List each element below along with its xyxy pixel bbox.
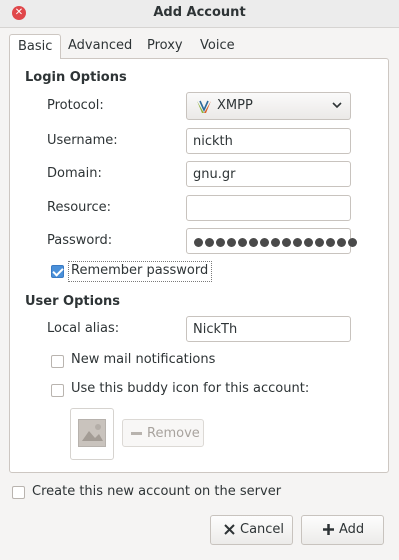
create-account-label[interactable]: Create this new account on the server (32, 484, 281, 499)
password-dot (337, 238, 346, 247)
cancel-icon (224, 524, 235, 535)
buddy-icon-label[interactable]: Use this buddy icon for this account: (71, 381, 309, 396)
password-dot (304, 238, 313, 247)
password-label: Password: (47, 233, 113, 248)
remember-password-label[interactable]: Remember password (71, 263, 208, 278)
username-label: Username: (47, 133, 118, 148)
password-dot (205, 238, 214, 247)
password-dot (271, 238, 280, 247)
add-icon (323, 524, 334, 535)
protocol-label: Protocol: (47, 98, 104, 113)
create-account-checkbox[interactable] (12, 486, 25, 499)
password-field[interactable] (186, 228, 357, 254)
password-dot (249, 238, 258, 247)
remove-icon (131, 432, 142, 435)
password-dot (194, 238, 203, 247)
password-dot (293, 238, 302, 247)
login-options-heading: Login Options (25, 70, 127, 85)
password-mask (194, 235, 357, 247)
buddy-icon-checkbox[interactable] (51, 384, 64, 397)
title-bar: ✕ Add Account (0, 0, 399, 28)
add-button[interactable]: Add (301, 515, 384, 545)
cancel-button[interactable]: Cancel (210, 515, 293, 545)
tab-voice-and-video[interactable]: Voice and Video (192, 34, 244, 99)
basic-panel: Login Options Protocol: XMPP Username: D… (9, 58, 389, 473)
domain-field[interactable] (186, 161, 351, 187)
password-dot (315, 238, 324, 247)
password-dot (260, 238, 269, 247)
password-dot (282, 238, 291, 247)
buddy-icon-button[interactable] (70, 408, 114, 460)
protocol-select[interactable]: XMPP (186, 92, 351, 120)
local-alias-field[interactable] (186, 316, 351, 342)
remove-label: Remove (147, 426, 200, 441)
password-dot (326, 238, 335, 247)
local-alias-label: Local alias: (47, 321, 120, 336)
new-mail-checkbox[interactable] (51, 355, 64, 368)
password-dot (238, 238, 247, 247)
password-dot (216, 238, 225, 247)
xmpp-icon (197, 100, 211, 113)
username-field[interactable] (186, 128, 351, 154)
new-mail-label[interactable]: New mail notifications (71, 352, 215, 367)
password-dot (348, 238, 357, 247)
remember-password-checkbox[interactable] (51, 265, 64, 278)
add-label: Add (339, 522, 365, 537)
tab-advanced[interactable]: Advanced (60, 34, 140, 57)
image-placeholder-icon (79, 420, 105, 446)
remove-button[interactable]: Remove (122, 419, 204, 447)
protocol-value: XMPP (217, 98, 253, 113)
tab-proxy[interactable]: Proxy (139, 34, 191, 57)
buddy-icon-preview (78, 419, 106, 447)
window-title: Add Account (153, 5, 246, 20)
tab-basic[interactable]: Basic (9, 34, 62, 59)
password-dot (227, 238, 236, 247)
cancel-label: Cancel (240, 522, 285, 537)
resource-field[interactable] (186, 195, 351, 221)
domain-label: Domain: (47, 166, 102, 181)
resource-label: Resource: (47, 200, 111, 215)
chevron-down-icon (332, 102, 342, 109)
user-options-heading: User Options (25, 294, 120, 309)
